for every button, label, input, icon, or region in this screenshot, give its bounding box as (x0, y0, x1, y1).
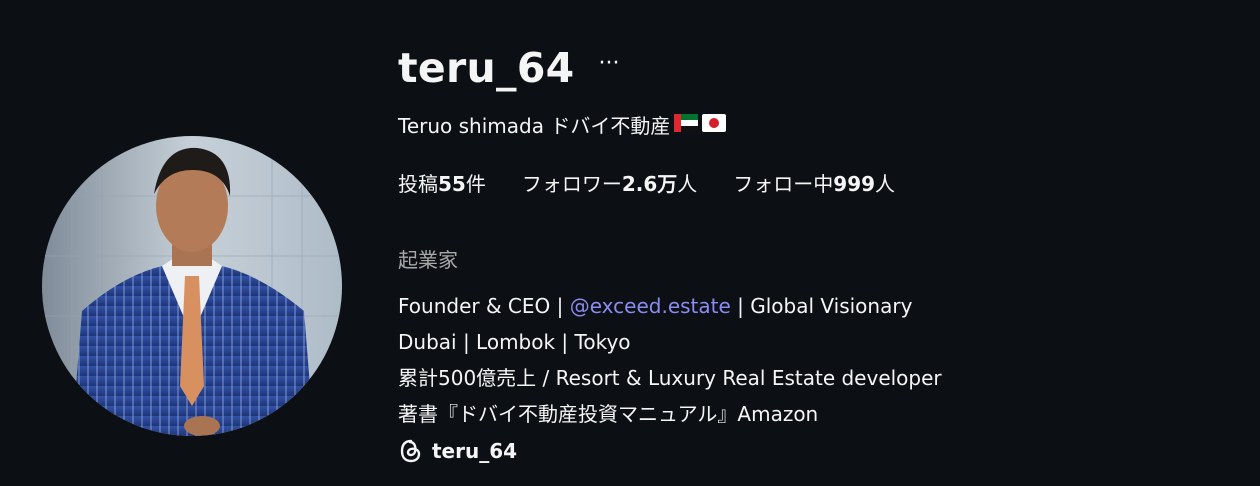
bio-text: Founder & CEO | (398, 294, 570, 318)
bio-line: Dubai | Lombok | Tokyo (398, 330, 631, 354)
following-count[interactable]: フォロー中999人 (733, 168, 895, 197)
bio-line: 著書『ドバイ不動産投資マニュアル』Amazon (398, 402, 819, 426)
profile-category: 起業家 (398, 248, 458, 272)
bio-mention-link[interactable]: @exceed.estate (570, 294, 731, 318)
profile-avatar[interactable] (42, 136, 342, 436)
following-label: フォロー中 (733, 172, 834, 196)
username-row: teru_64 ··· (398, 44, 619, 92)
profile-bio: Founder & CEO | @exceed.estate | Global … (398, 288, 942, 432)
threads-handle: teru_64 (432, 439, 518, 463)
posts-label: 投稿 (398, 172, 438, 196)
display-name: Teruo shimada ドバイ不動産 (398, 110, 727, 139)
display-name-text: Teruo shimada ドバイ不動産 (398, 114, 671, 138)
followers-count[interactable]: フォロワー2.6万人 (522, 168, 697, 197)
following-value: 999 (833, 172, 876, 196)
following-unit: 人 (875, 172, 896, 196)
followers-unit: 人 (677, 172, 698, 196)
threads-link[interactable]: teru_64 (398, 438, 517, 464)
posts-count[interactable]: 投稿55件 (398, 168, 486, 197)
username: teru_64 (398, 44, 575, 92)
posts-value: 55 (438, 172, 466, 196)
profile-stats: 投稿55件 フォロワー2.6万人 フォロー中999人 (398, 168, 931, 197)
avatar-photo (42, 136, 342, 436)
bio-line: 累計500億売上 / Resort & Luxury Real Estate d… (398, 366, 942, 390)
bio-line: Founder & CEO | @exceed.estate | Global … (398, 288, 942, 324)
threads-icon (398, 438, 424, 464)
followers-value: 2.6万 (621, 172, 678, 196)
uae-flag-icon (674, 113, 699, 137)
more-options-icon[interactable]: ··· (598, 53, 619, 83)
posts-unit: 件 (465, 172, 486, 196)
japan-flag-icon (702, 113, 727, 137)
followers-label: フォロワー (521, 172, 622, 196)
bio-text: | Global Visionary (730, 294, 913, 318)
